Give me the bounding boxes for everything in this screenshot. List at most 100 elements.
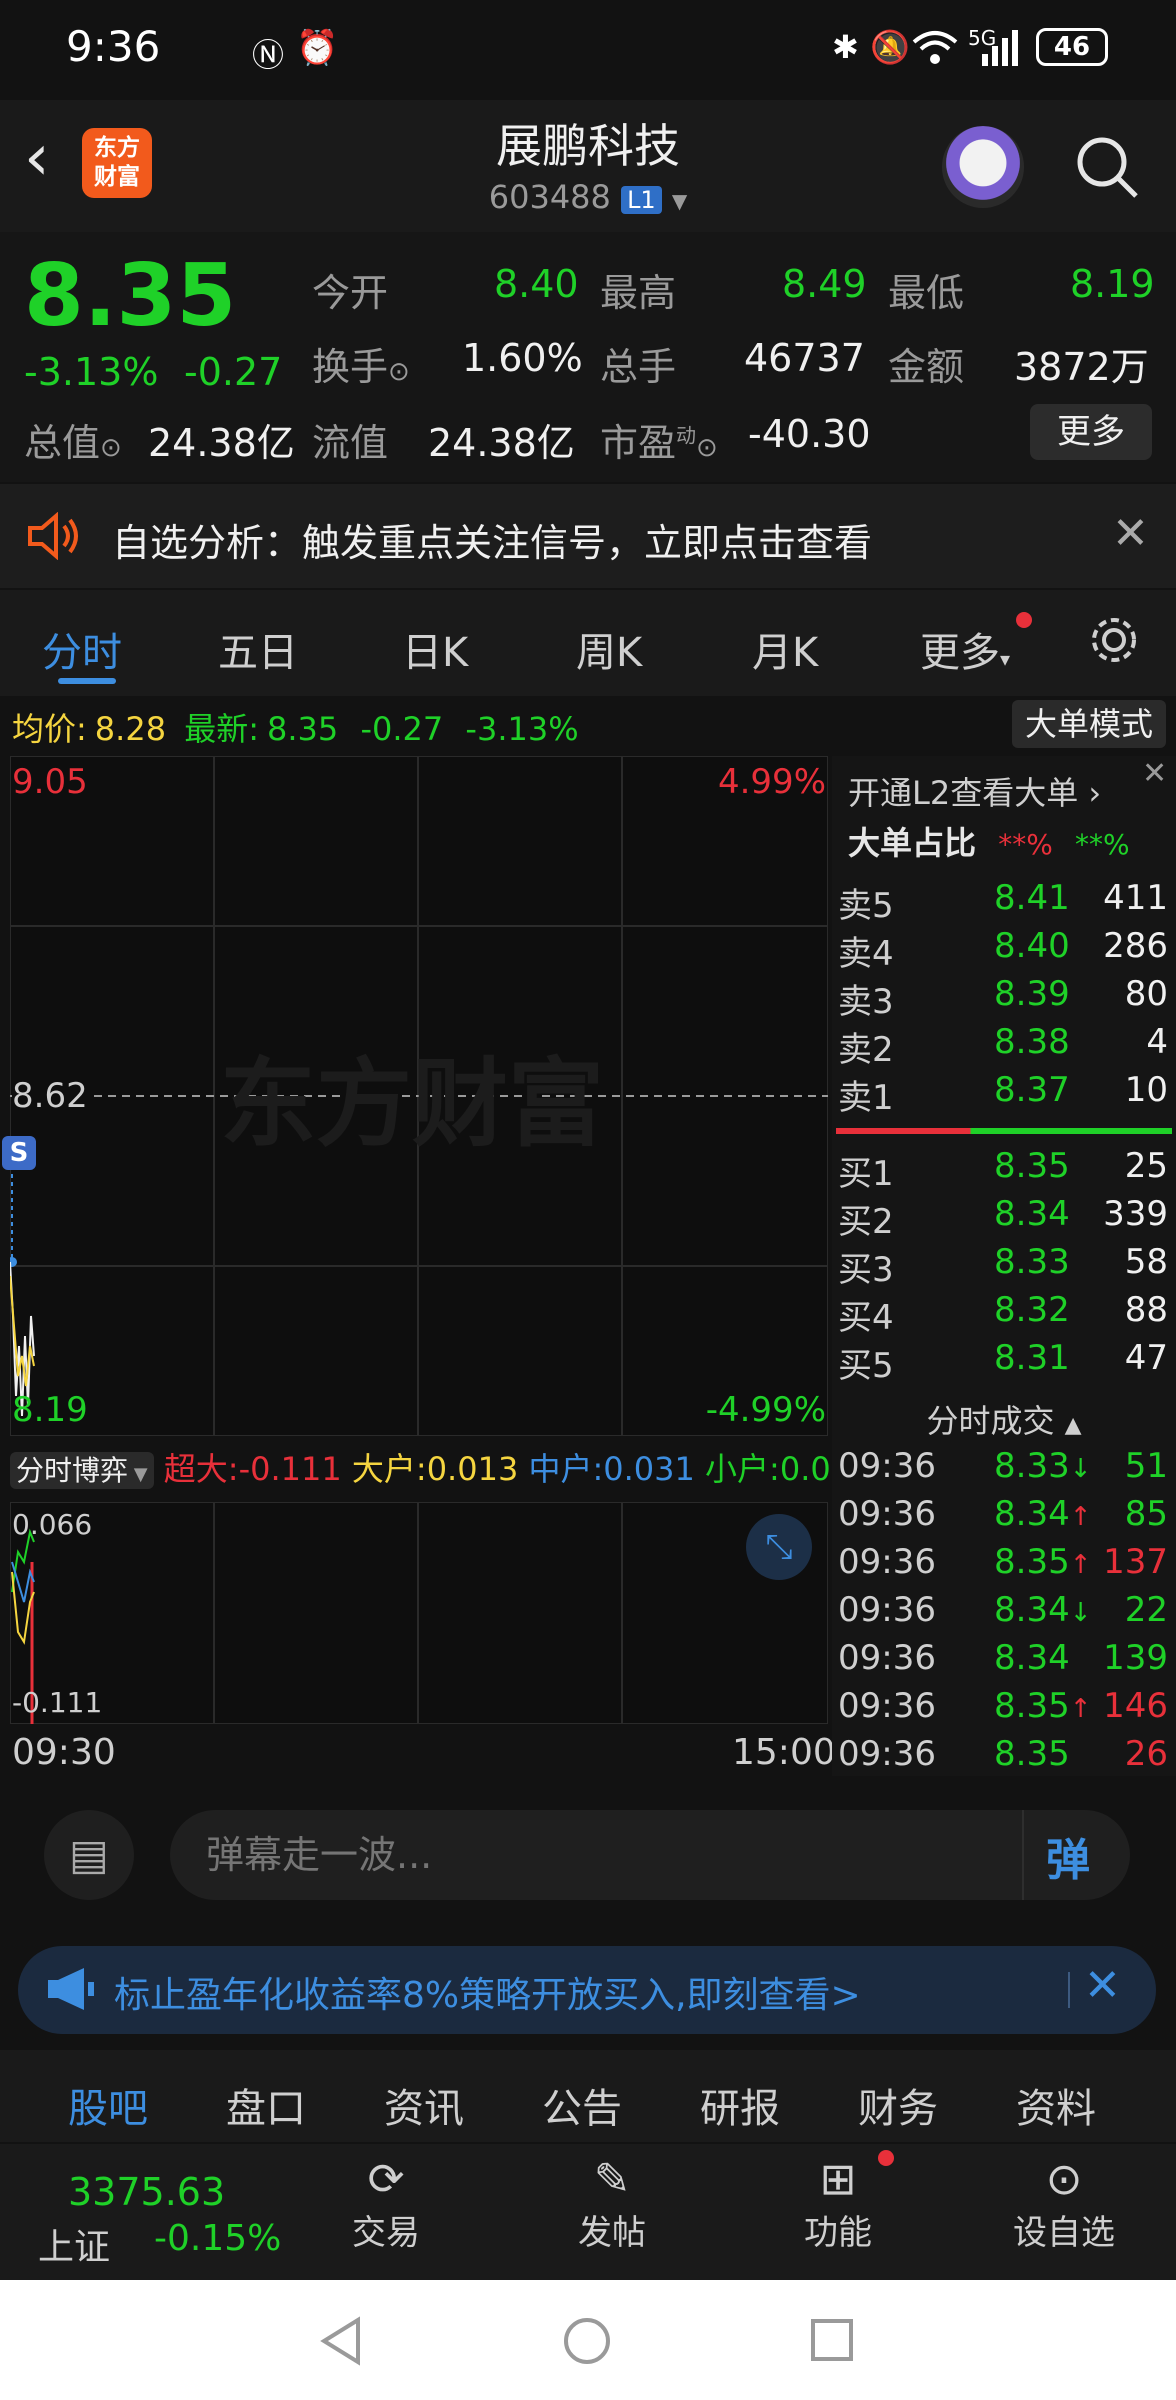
close-icon[interactable]: ✕ xyxy=(1084,1960,1121,2011)
edit-icon: ✎ xyxy=(593,2154,631,2205)
bid-row-5[interactable]: 买5 8.31 47 xyxy=(832,1338,1176,1386)
close-icon[interactable]: ✕ xyxy=(1112,508,1149,559)
expand-icon[interactable]: ⤡ xyxy=(746,1514,812,1580)
ad-text[interactable]: 标止盈年化收益率8%策略开放买入,即刻查看> xyxy=(114,1966,861,2018)
tab-profile[interactable]: 资料 xyxy=(1016,2076,1096,2134)
tab-guba[interactable]: 股吧 xyxy=(68,2076,148,2134)
high-value: 8.49 xyxy=(782,262,867,306)
pct-axis-top: 4.99% xyxy=(717,762,826,802)
bid-row-4[interactable]: 买4 8.32 88 xyxy=(832,1290,1176,1338)
bluetooth-icon: ✱ xyxy=(832,28,859,66)
index-name: 上证 xyxy=(38,2227,111,2268)
ask-row-1[interactable]: 卖1 8.37 10 xyxy=(832,1070,1176,1118)
bid-row-3[interactable]: 买3 8.33 58 xyxy=(832,1242,1176,1290)
order-book: 开通L2查看大单 › ✕ 大单占比 **% **% 卖5 8.41 411 卖4 8.… xyxy=(832,756,1176,1776)
tab-five-day[interactable]: 五日 xyxy=(218,620,298,678)
tab-announcement[interactable]: 公告 xyxy=(542,2076,622,2134)
big-order-mode-button[interactable]: 大单模式 xyxy=(1012,700,1166,748)
time-end: 15:00 xyxy=(732,1732,836,1773)
y-axis-mid: 8.62 xyxy=(12,1076,88,1116)
y-axis-bottom: 8.19 xyxy=(12,1390,88,1430)
danmu-input-field[interactable] xyxy=(206,1826,1006,1884)
flow-y-bottom: -0.111 xyxy=(12,1686,103,1719)
tab-research[interactable]: 研报 xyxy=(700,2076,780,2134)
danmu-toggle-button[interactable]: 弹 xyxy=(1046,1824,1090,1888)
pe-label: 市盈动⊙ xyxy=(600,421,718,465)
tab-pankou[interactable]: 盘口 xyxy=(226,2076,306,2134)
tab-finance[interactable]: 财务 xyxy=(858,2076,938,2134)
flow-selector[interactable]: 分时博弈 ▼ xyxy=(10,1452,154,1489)
ask-row-3[interactable]: 卖3 8.39 80 xyxy=(832,974,1176,1022)
volume-label: 总手 xyxy=(600,345,677,389)
stock-code: 603488 xyxy=(488,178,611,216)
amount-label: 金额 xyxy=(888,345,965,389)
trade-marker[interactable]: S xyxy=(2,1136,36,1170)
tab-news[interactable]: 资讯 xyxy=(384,2076,464,2134)
bid-row-1[interactable]: 买1 8.35 25 xyxy=(832,1146,1176,1194)
yen-cycle-icon: ⟳ xyxy=(367,2154,405,2205)
ticks-header[interactable]: 分时成交 ▲ xyxy=(832,1396,1176,1442)
volume-value: 46737 xyxy=(744,336,865,380)
ask-row-4[interactable]: 卖4 8.40 286 xyxy=(832,926,1176,974)
caret-down-icon: ▾ xyxy=(1000,647,1011,671)
tab-minute[interactable]: 分时 xyxy=(42,620,122,678)
price-pct: -3.13% xyxy=(24,350,159,394)
nav-function[interactable]: ⊞ 功能 xyxy=(788,2154,888,2254)
grid-icon: ⊞ xyxy=(819,2154,857,2205)
watermark: 东方财富 xyxy=(220,1048,604,1160)
clock: 9:36 xyxy=(66,22,161,71)
intraday-chart[interactable]: 东方财富 9.05 4.99% 8.62 8.19 -4.99% S xyxy=(2,756,828,1436)
tab-week-k[interactable]: 周K xyxy=(576,620,642,678)
tab-month-k[interactable]: 月K xyxy=(752,620,818,678)
alarm-icon: ⏰ xyxy=(296,28,339,68)
float-label: 流值 xyxy=(312,421,389,465)
y-axis-top: 9.05 xyxy=(12,762,88,802)
tick-row: 09:36 8.35↑ 146 xyxy=(838,1686,1168,1726)
turnover-value: 1.60% xyxy=(462,336,583,380)
back-triangle-icon[interactable] xyxy=(318,2316,364,2366)
notice-text[interactable]: 自选分析：触发重点关注信号，立即点击查看 xyxy=(112,512,872,567)
tick-row: 09:36 8.35↑ 137 xyxy=(838,1542,1168,1582)
flow-y-top: 0.066 xyxy=(12,1508,93,1541)
nfc-icon: Ⓝ xyxy=(252,36,285,74)
chevron-down-icon: ▼ xyxy=(671,189,688,213)
recents-square-icon[interactable] xyxy=(810,2318,854,2362)
home-circle-icon[interactable] xyxy=(562,2316,612,2366)
ask-row-5[interactable]: 卖5 8.41 411 xyxy=(832,878,1176,926)
low-label: 最低 xyxy=(888,271,965,315)
close-icon[interactable]: ✕ xyxy=(1142,756,1167,791)
open-value: 8.40 xyxy=(494,262,579,306)
float-value: 24.38亿 xyxy=(428,421,575,465)
ask-row-2[interactable]: 卖2 8.38 4 xyxy=(832,1022,1176,1070)
tab-active-indicator xyxy=(58,678,116,684)
flow-chart[interactable]: 0.066 -0.111 ⤡ xyxy=(10,1502,828,1724)
more-button[interactable]: 更多 xyxy=(1030,404,1152,460)
open-label: 今开 xyxy=(312,271,389,315)
current-price: 8.35 xyxy=(24,246,237,346)
info-icon[interactable]: ⊙ xyxy=(100,433,122,463)
nav-trade[interactable]: ⟳ 交易 xyxy=(336,2154,436,2254)
nav-add-watchlist[interactable]: ⊙ 设自选 xyxy=(1004,2154,1124,2254)
turnover-label: 换手⊙ xyxy=(312,345,410,389)
info-icon[interactable]: ⊙ xyxy=(388,357,410,387)
info-icon[interactable]: ⊙ xyxy=(696,433,718,463)
l2-link[interactable]: 开通L2查看大单 › xyxy=(848,768,1101,814)
search-icon[interactable] xyxy=(1074,134,1140,200)
amount-value: 3872万 xyxy=(1014,345,1149,389)
gear-icon[interactable] xyxy=(1086,612,1142,668)
price-change: -0.27 xyxy=(184,350,283,394)
tab-more[interactable]: 更多▾ xyxy=(920,620,1010,678)
battery-icon: 46 xyxy=(1036,28,1108,66)
tab-day-k[interactable]: 日K xyxy=(402,620,468,678)
caret-up-icon: ▲ xyxy=(1064,1413,1082,1438)
nav-post[interactable]: ✎ 发帖 xyxy=(562,2154,662,2254)
mute-icon: 🔕 xyxy=(870,28,910,66)
mktcap-value: 24.38亿 xyxy=(148,421,295,465)
notes-icon[interactable]: ▤ xyxy=(44,1810,134,1900)
robot-avatar-icon[interactable] xyxy=(942,126,1024,208)
tick-row: 09:36 8.34↓ 22 xyxy=(838,1590,1168,1630)
flow-row: 分时博弈 ▼ 超大:-0.111 大户:0.013 中户:0.031 小户:0.… xyxy=(10,1444,871,1494)
index-ticker[interactable]: 3375.63 上证 -0.15% xyxy=(30,2166,290,2268)
high-label: 最高 xyxy=(600,271,677,315)
bid-row-2[interactable]: 买2 8.34 339 xyxy=(832,1194,1176,1242)
